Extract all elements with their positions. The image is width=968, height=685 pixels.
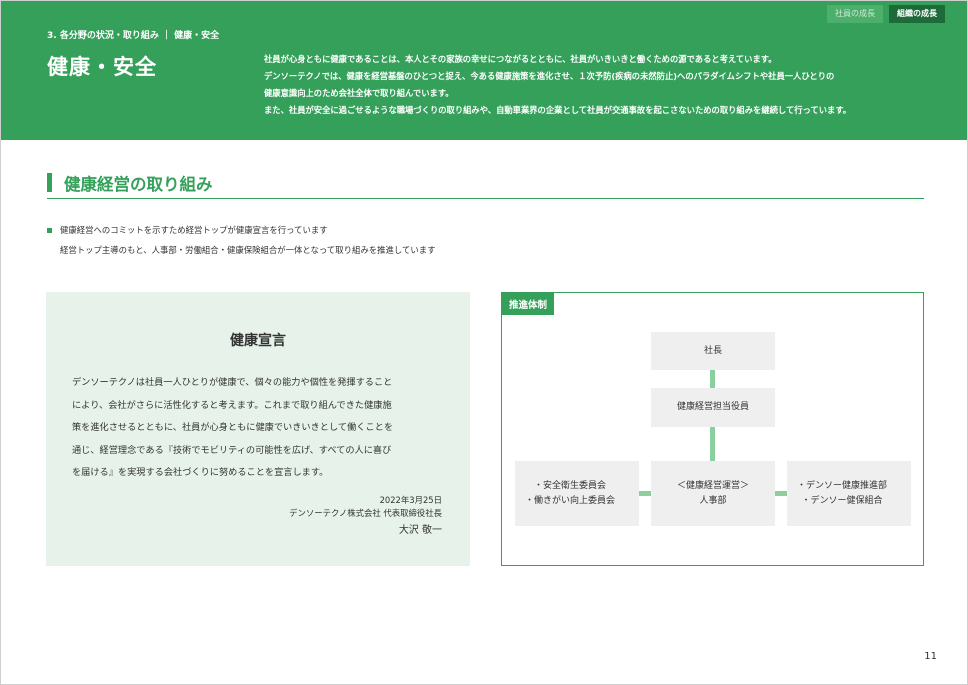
connector-line [710, 370, 715, 388]
page-title: 健康・安全 [47, 55, 157, 79]
declaration-line: デンソーテクノは社員一人ひとりが健康で、個々の能力や個性を発揮すること [72, 377, 393, 388]
intro-line: 社員が心身ともに健康であることは、本人とその家族の幸せにつながるとともに、社員が… [264, 54, 777, 64]
org-node-operations: ＜健康経営運営＞ 人事部 [651, 461, 775, 526]
org-node-committees: ・安全衛生委員会 ・働きがい向上委員会 [515, 461, 639, 526]
promotion-structure-chart: 推進体制 社長 健康経営担当役員 ＜健康経営運営＞ 人事部 ・安全衛生委員会 ・… [501, 292, 924, 566]
node-label-group: ・デンソー健康推進部 ・デンソー健保組合 [797, 479, 887, 509]
intro-line: デンソーテクノでは、健康を経営基盤のひとつと捉え、今ある健康施策を進化させ、１次… [264, 71, 835, 81]
declaration-signatory: 大沢 敬一 [398, 525, 442, 536]
org-node-officer: 健康経営担当役員 [651, 388, 775, 427]
intro-line: 健康意識向上のため会社全体で取り組んでいます。 [264, 88, 454, 98]
page-header: 社員の成長 組織の成長 3. 各分野の状況・取り組み ｜ 健康・安全 健康・安全… [1, 1, 967, 140]
node-label: 人事部 [699, 495, 727, 506]
section-heading: 健康経営の取り組み [47, 171, 924, 199]
section-accent-bar [47, 173, 52, 192]
summary-bullets: 健康経営へのコミットを示すため経営トップが健康宣言を行っています 経営トップ主導… [47, 220, 435, 260]
section-title: 健康経営の取り組み [64, 175, 213, 194]
declaration-line: を届ける』を実現する会社づくりに努めることを宣言します。 [72, 467, 329, 479]
declaration-line: 策を進化させるとともに、社員が心身ともに健康でいきいきとして働くことを [72, 422, 394, 434]
node-label: 社長 [703, 345, 722, 356]
bullet-text: 健康経営へのコミットを示すため経営トップが健康宣言を行っています [60, 225, 328, 235]
connector-line [710, 427, 715, 461]
org-node-denso-partners: ・デンソー健康推進部 ・デンソー健保組合 [787, 461, 911, 526]
breadcrumb: 3. 各分野の状況・取り組み ｜ 健康・安全 [47, 31, 220, 41]
declaration-line: により、会社がさらに活性化すると考えます。これまで取り組んできた健康施 [72, 399, 392, 411]
intro-line: また、社員が安全に過ごせるような職場づくりの取り組みや、自動車業界の企業として社… [264, 105, 852, 115]
tab-employee-growth[interactable]: 社員の成長 [827, 5, 883, 23]
bullet-continuation: 経営トップ主導のもと、人事部・労働組合・健康保険組合が一体となって取り組みを推進… [47, 240, 435, 260]
health-declaration-box: 健康宣言 デンソーテクノは社員一人ひとりが健康で、個々の能力や個性を発揮すること… [46, 292, 470, 566]
node-label-group: ＜健康経営運営＞ 人事部 [677, 479, 749, 509]
node-label: ・安全衛生委員会 [534, 480, 607, 491]
org-node-president: 社長 [651, 332, 775, 370]
node-label: 健康経営担当役員 [676, 402, 749, 412]
declaration-date: 2022年3月25日 [379, 495, 442, 505]
declaration-line: 通じ、経営理念である『技術でモビリティの可能性を広げ、すべての人に喜び [72, 444, 392, 456]
node-label-group: ・安全衛生委員会 ・働きがい向上委員会 [525, 479, 615, 509]
intro-text: 社員が心身ともに健康であることは、本人とその家族の幸せにつながるとともに、社員が… [264, 51, 954, 119]
node-label: ＜健康経営運営＞ [676, 480, 749, 491]
declaration-company: デンソーテクノ株式会社 代表取締役社長 [289, 508, 442, 518]
bullet-item: 健康経営へのコミットを示すため経営トップが健康宣言を行っています [47, 220, 435, 240]
node-label: ・デンソー健康推進部 [797, 480, 888, 491]
declaration-body: デンソーテクノは社員一人ひとりが健康で、個々の能力や個性を発揮すること により、… [72, 372, 444, 485]
tab-bar: 社員の成長 組織の成長 [827, 5, 945, 23]
page-number: 11 [924, 651, 937, 662]
page: 社員の成長 組織の成長 3. 各分野の状況・取り組み ｜ 健康・安全 健康・安全… [0, 0, 968, 685]
tab-organization-growth[interactable]: 組織の成長 [889, 5, 945, 23]
declaration-title: 健康宣言 [230, 333, 286, 349]
chart-label: 推進体制 [502, 293, 555, 315]
square-bullet-icon [47, 227, 52, 233]
node-label: ・デンソー健保組合 [801, 495, 883, 506]
bullet-text: 経営トップ主導のもと、人事部・労働組合・健康保険組合が一体となって取り組みを推進… [60, 245, 436, 255]
node-label: ・働きがい向上委員会 [525, 495, 616, 506]
connector-line [774, 491, 787, 496]
